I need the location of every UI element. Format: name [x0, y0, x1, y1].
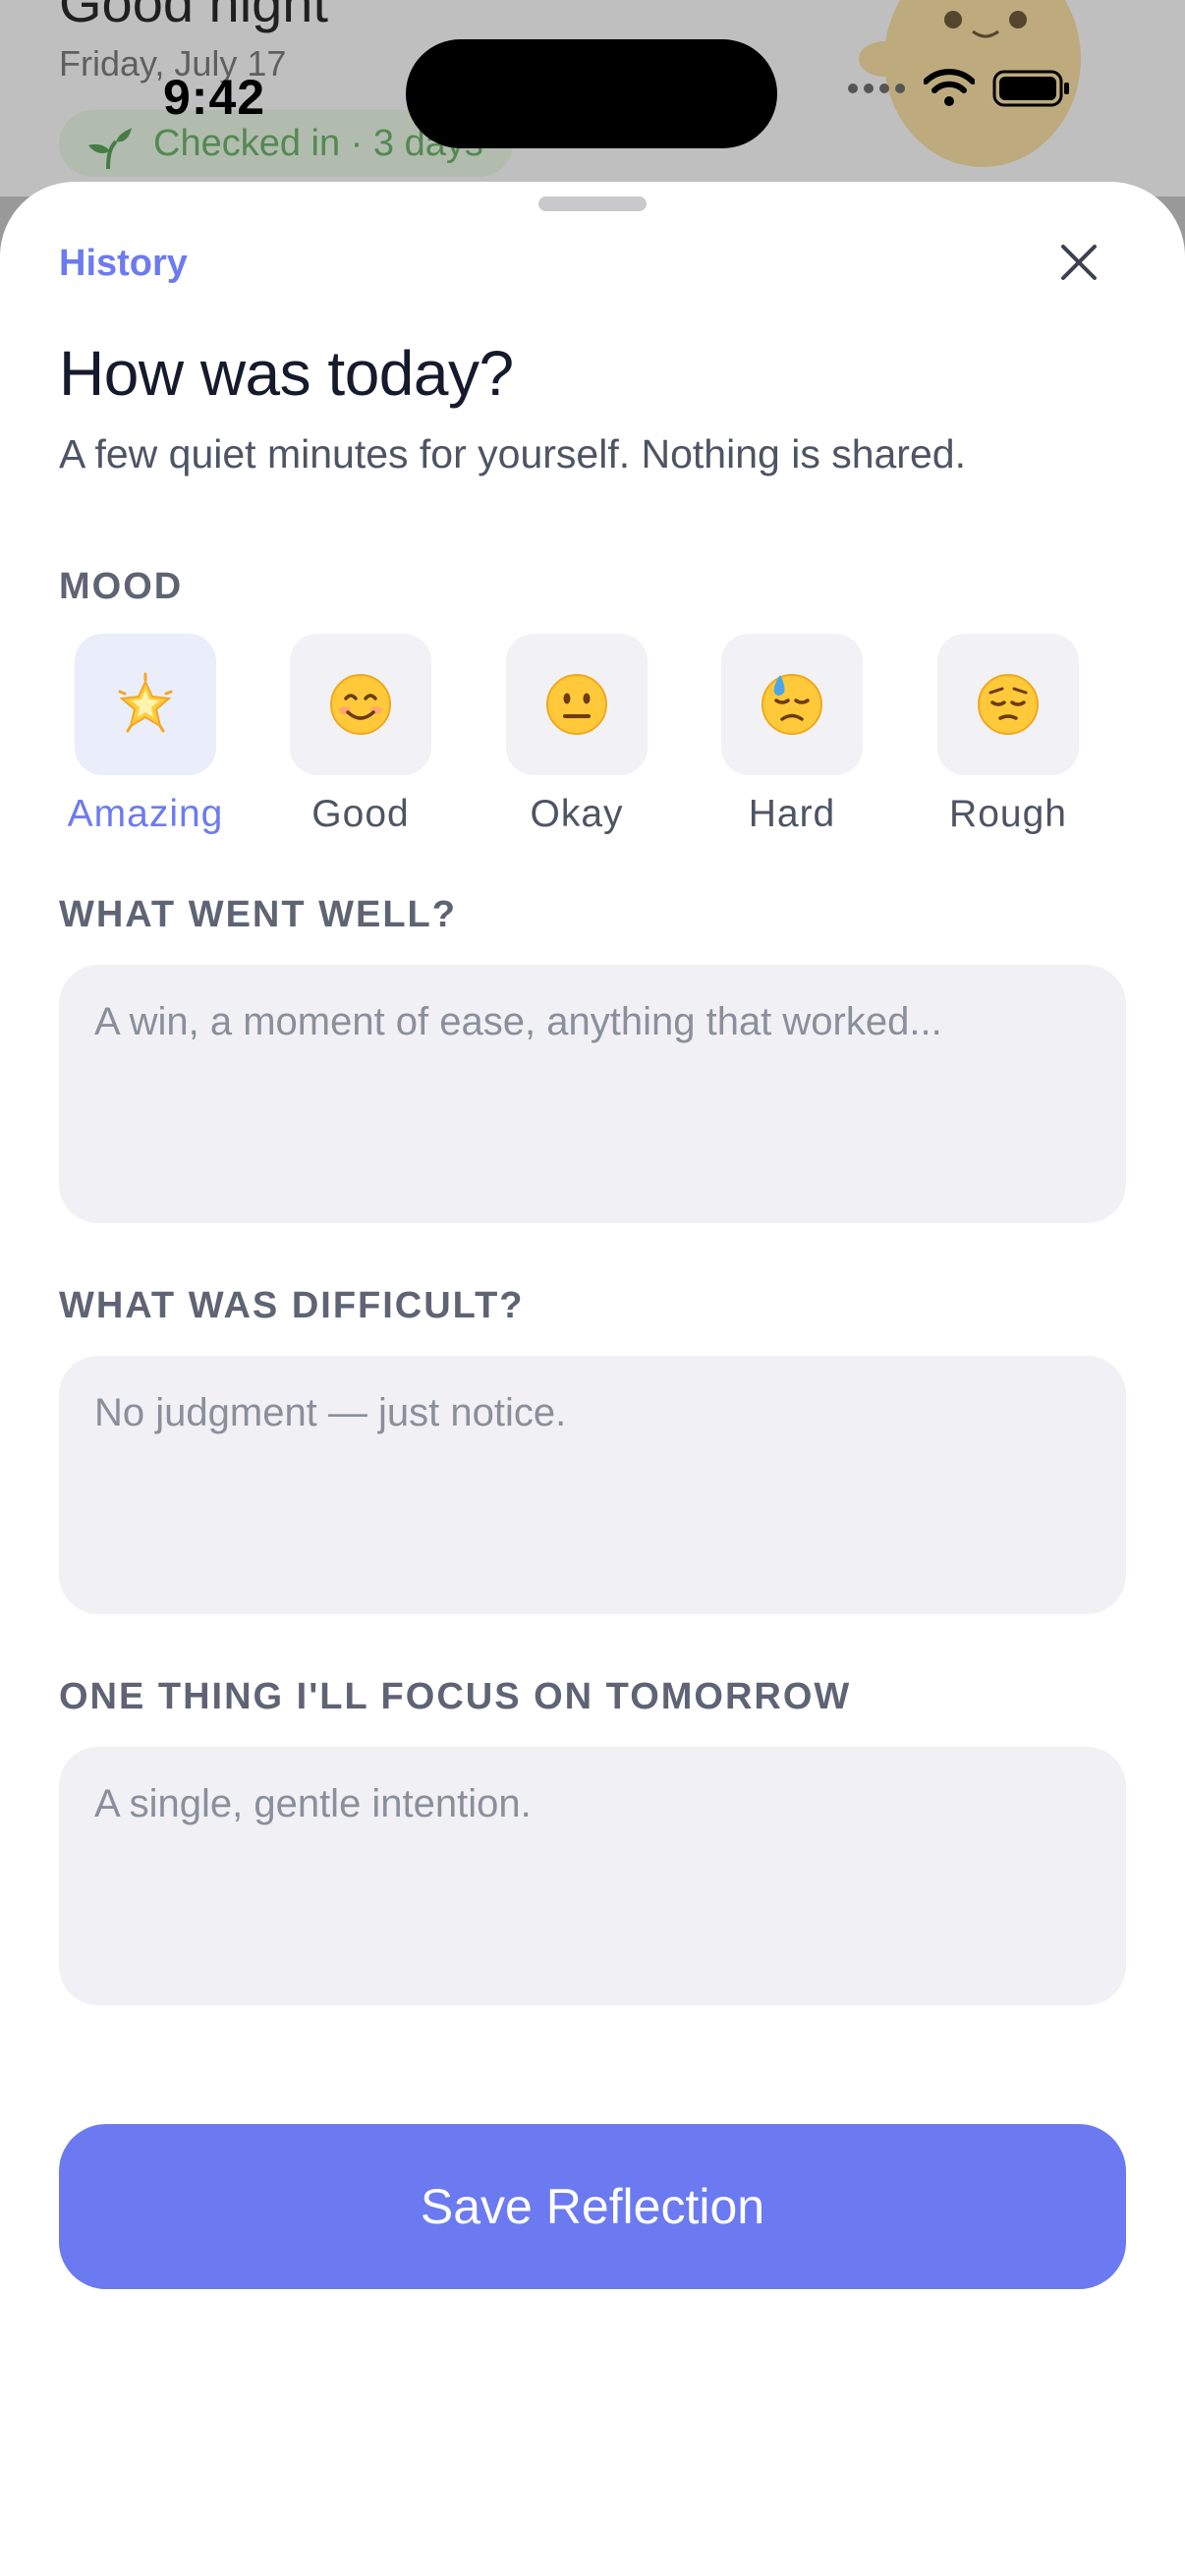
page-title: How was today?: [59, 338, 514, 409]
focus-field[interactable]: A single, gentle intention.: [59, 1747, 1126, 2005]
difficult-label: WHAT WAS DIFFICULT?: [59, 1285, 525, 1326]
difficult-field[interactable]: No judgment — just notice.: [59, 1356, 1126, 1614]
reflection-sheet: History How was today? A few quiet minut…: [0, 182, 1185, 2576]
mood-option-label: Hard: [748, 793, 836, 835]
mood-option-good[interactable]: Good: [272, 634, 449, 836]
status-icons: [847, 69, 1071, 108]
glowing-star-icon: [118, 672, 173, 733]
mood-label: MOOD: [59, 566, 184, 607]
close-button[interactable]: [1040, 223, 1118, 302]
status-time: 9:42: [163, 70, 266, 125]
went-well-placeholder: A win, a moment of ease, anything that w…: [94, 1000, 942, 1043]
mood-option-label: Good: [311, 793, 410, 835]
close-icon: [1061, 245, 1097, 280]
mood-button[interactable]: [721, 634, 863, 775]
went-well-label: WHAT WENT WELL?: [59, 894, 457, 935]
sheet-grabber[interactable]: [538, 196, 647, 211]
focus-label: ONE THING I'LL FOCUS ON TOMORROW: [59, 1676, 852, 1717]
mood-button[interactable]: [506, 634, 648, 775]
history-link[interactable]: History: [59, 243, 188, 285]
mood-button[interactable]: [937, 634, 1079, 775]
pensive-face-icon: [978, 674, 1039, 735]
cellular-signal-icon: [848, 84, 905, 93]
mood-option-label: Rough: [949, 793, 1067, 835]
focus-placeholder: A single, gentle intention.: [94, 1782, 532, 1825]
mood-option-label: Okay: [530, 793, 624, 835]
mood-option-hard[interactable]: Hard: [704, 634, 880, 836]
page-subtitle: A few quiet minutes for yourself. Nothin…: [59, 431, 966, 476]
mood-option-rough[interactable]: Rough: [920, 634, 1097, 836]
wifi-icon: [924, 69, 975, 106]
mood-selector: Amazing Good Okay Hard Rough: [59, 634, 1126, 850]
smiling-face-icon: [330, 674, 391, 735]
neutral-face-icon: [546, 674, 607, 735]
battery-icon: [992, 70, 1069, 107]
mood-button[interactable]: [75, 634, 216, 775]
screen: Good night Friday, July 17 Checked in · …: [0, 0, 1185, 2576]
mood-option-label: Amazing: [67, 793, 224, 835]
mood-option-okay[interactable]: Okay: [488, 634, 665, 836]
mood-button[interactable]: [290, 634, 431, 775]
downcast-sweat-face-icon: [762, 674, 822, 735]
save-reflection-button[interactable]: Save Reflection: [59, 2124, 1126, 2289]
went-well-field[interactable]: A win, a moment of ease, anything that w…: [59, 965, 1126, 1223]
mood-option-amazing[interactable]: Amazing: [57, 634, 234, 836]
dynamic-island: [406, 39, 777, 148]
difficult-placeholder: No judgment — just notice.: [94, 1391, 567, 1434]
